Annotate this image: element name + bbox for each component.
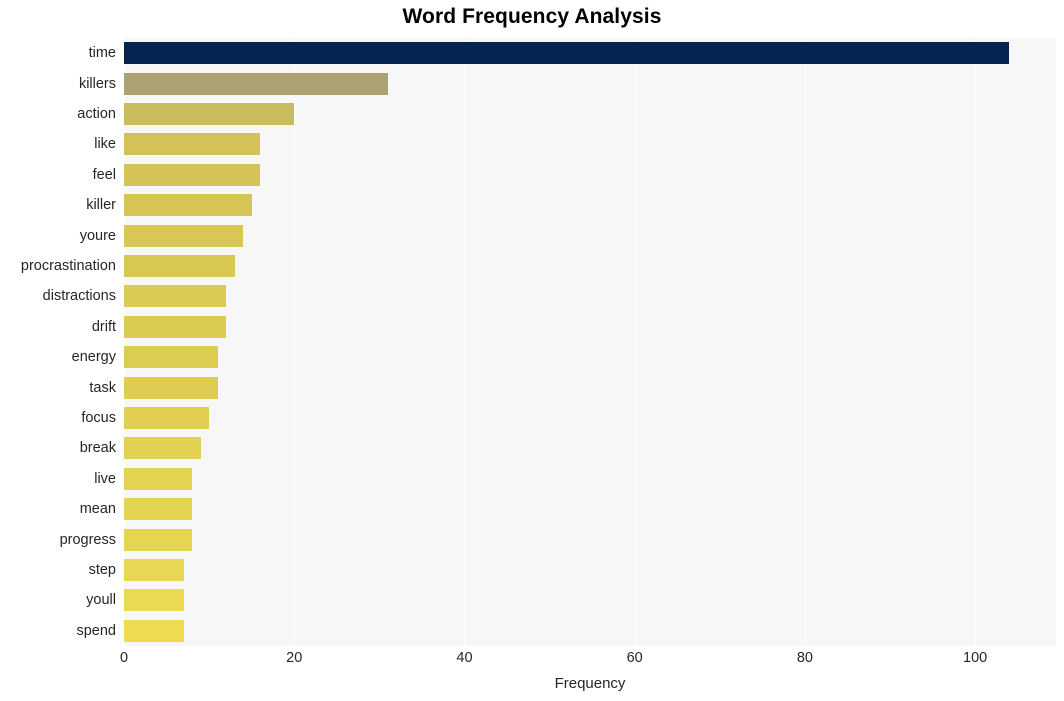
chart-title: Word Frequency Analysis <box>402 5 662 28</box>
bar-row[interactable] <box>124 251 1056 281</box>
y-tick-label-break: break <box>79 440 116 457</box>
y-tick-label-progress: progress <box>59 531 116 548</box>
x-tick-label-60: 60 <box>626 650 643 666</box>
bar-action[interactable] <box>124 102 295 125</box>
bar-time[interactable] <box>124 42 1010 65</box>
y-tick-label-focus: focus <box>81 410 116 426</box>
bar-row[interactable] <box>124 68 1056 98</box>
y-tick-label-action: action <box>77 106 116 122</box>
x-tick-label-100: 100 <box>963 650 988 666</box>
bars-layer <box>124 38 1056 646</box>
y-tick-label-live: live <box>94 470 116 487</box>
y-tick-label-task: task <box>89 379 116 396</box>
plot-area <box>124 38 1056 646</box>
x-tick-label-80: 80 <box>796 650 813 666</box>
bar-row[interactable] <box>124 585 1056 615</box>
bar-row[interactable] <box>124 99 1056 129</box>
y-tick-label-youre: youre <box>79 227 116 244</box>
bar-distractions[interactable] <box>124 285 227 308</box>
bar-focus[interactable] <box>124 406 210 429</box>
y-tick-label-procrastination: procrastination <box>20 258 116 274</box>
bar-row[interactable] <box>124 312 1056 342</box>
x-axis-ticks: 0 20 40 60 80 100 <box>120 650 1056 670</box>
bar-energy[interactable] <box>124 346 218 369</box>
bar-break[interactable] <box>124 437 201 460</box>
y-tick-label-step: step <box>88 562 116 578</box>
y-tick-label-killer: killer <box>86 197 116 214</box>
y-tick-label-spend: spend <box>76 622 116 639</box>
bar-killer[interactable] <box>124 194 252 217</box>
bar-row[interactable] <box>124 494 1056 524</box>
y-tick-label-distractions: distractions <box>42 288 116 305</box>
x-tick-label-40: 40 <box>456 650 473 666</box>
bar-drift[interactable] <box>124 315 227 338</box>
bar-row[interactable] <box>124 433 1056 463</box>
bar-row[interactable] <box>124 616 1056 646</box>
bar-row[interactable] <box>124 190 1056 220</box>
bar-mean[interactable] <box>124 498 193 521</box>
y-tick-label-like: like <box>94 136 116 153</box>
y-tick-label-energy: energy <box>71 349 116 366</box>
bar-youll[interactable] <box>124 589 184 612</box>
bar-progress[interactable] <box>124 528 193 551</box>
x-axis-title: Frequency <box>554 675 626 692</box>
bar-like[interactable] <box>124 133 261 156</box>
bar-task[interactable] <box>124 376 218 399</box>
bar-step[interactable] <box>124 558 184 581</box>
bar-row[interactable] <box>124 342 1056 372</box>
bar-feel[interactable] <box>124 163 261 186</box>
bar-row[interactable] <box>124 464 1056 494</box>
bar-youre[interactable] <box>124 224 244 247</box>
bar-row[interactable] <box>124 220 1056 250</box>
word-frequency-bar-chart: Word Frequency Analysis time killers actio… <box>0 0 1064 701</box>
bar-row[interactable] <box>124 555 1056 585</box>
bar-row[interactable] <box>124 372 1056 402</box>
bar-killers[interactable] <box>124 72 388 95</box>
bar-row[interactable] <box>124 160 1056 190</box>
y-tick-label-feel: feel <box>92 166 116 183</box>
bar-spend[interactable] <box>124 619 184 642</box>
bar-row[interactable] <box>124 403 1056 433</box>
bar-live[interactable] <box>124 467 193 490</box>
bar-row[interactable] <box>124 129 1056 159</box>
y-tick-label-youll: youll <box>86 592 116 609</box>
bar-procrastination[interactable] <box>124 254 235 277</box>
y-tick-label-mean: mean <box>79 501 116 518</box>
bar-row[interactable] <box>124 524 1056 554</box>
y-tick-label-time: time <box>88 45 116 62</box>
bar-row[interactable] <box>124 38 1056 68</box>
y-tick-label-drift: drift <box>91 318 116 335</box>
y-tick-label-killers: killers <box>78 75 116 92</box>
x-tick-label-0: 0 <box>119 650 129 666</box>
y-axis-labels: time killers action like feel killer youre proc… <box>0 38 116 646</box>
x-tick-label-20: 20 <box>286 650 303 666</box>
bar-row[interactable] <box>124 281 1056 311</box>
